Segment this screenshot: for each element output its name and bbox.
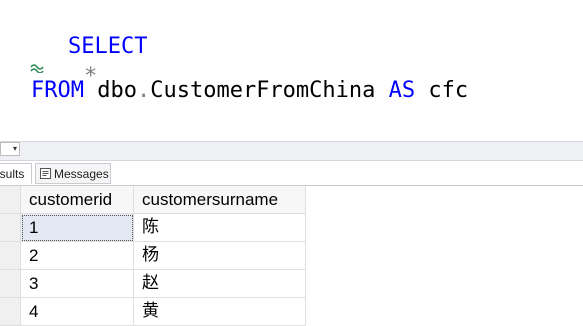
chevron-down-icon: ▾ <box>13 144 17 153</box>
table-row: 3 赵 <box>0 270 306 298</box>
cell-customerid[interactable]: 2 <box>21 242 134 270</box>
table-row: 4 黄 <box>0 298 306 326</box>
as-keyword: AS <box>389 78 416 103</box>
tab-results[interactable]: esults <box>0 163 32 184</box>
sql-editor[interactable]: SELECT * FROM dbo.CustomerFromChina AS c… <box>0 0 583 140</box>
column-header-customersurname[interactable]: customersurname <box>134 186 306 214</box>
table-name: CustomerFromChina <box>150 78 375 103</box>
dot-separator: . <box>137 78 150 103</box>
grid-header-row: customerid customersurname <box>0 186 306 214</box>
cell-customersurname[interactable]: 陈 <box>134 214 306 242</box>
table-row: 2 杨 <box>0 242 306 270</box>
editor-results-splitter[interactable] <box>0 141 583 161</box>
schema-name: dbo <box>97 78 137 103</box>
code-line-2: * <box>31 38 97 64</box>
results-grid[interactable]: customerid customersurname 1 陈 2 杨 3 赵 4… <box>0 186 583 325</box>
messages-icon <box>40 168 51 179</box>
row-header[interactable] <box>0 242 21 270</box>
row-header[interactable] <box>0 270 21 298</box>
from-keyword: FROM <box>31 78 84 103</box>
results-tab-strip: esults Messages <box>0 161 583 186</box>
row-header[interactable] <box>0 214 21 242</box>
code-line-3: FROM dbo.CustomerFromChina AS cfc <box>31 78 468 104</box>
table-alias: cfc <box>428 78 468 103</box>
zoom-dropdown[interactable]: ▾ <box>0 142 20 156</box>
cell-customersurname[interactable]: 赵 <box>134 270 306 298</box>
cell-customerid[interactable]: 1 <box>21 214 134 242</box>
cell-customersurname[interactable]: 杨 <box>134 242 306 270</box>
warning-squiggle-icon <box>30 63 46 73</box>
row-header[interactable] <box>0 298 21 326</box>
tab-results-label: esults <box>0 167 24 181</box>
column-header-customerid[interactable]: customerid <box>21 186 134 214</box>
cell-customersurname[interactable]: 黄 <box>134 298 306 326</box>
grid-corner[interactable] <box>0 186 21 214</box>
tab-messages[interactable]: Messages <box>35 163 111 184</box>
cell-customerid[interactable]: 4 <box>21 298 134 326</box>
cell-customerid[interactable]: 3 <box>21 270 134 298</box>
table-row: 1 陈 <box>0 214 306 242</box>
tab-messages-label: Messages <box>54 167 109 181</box>
code-line-1: SELECT <box>15 8 147 34</box>
